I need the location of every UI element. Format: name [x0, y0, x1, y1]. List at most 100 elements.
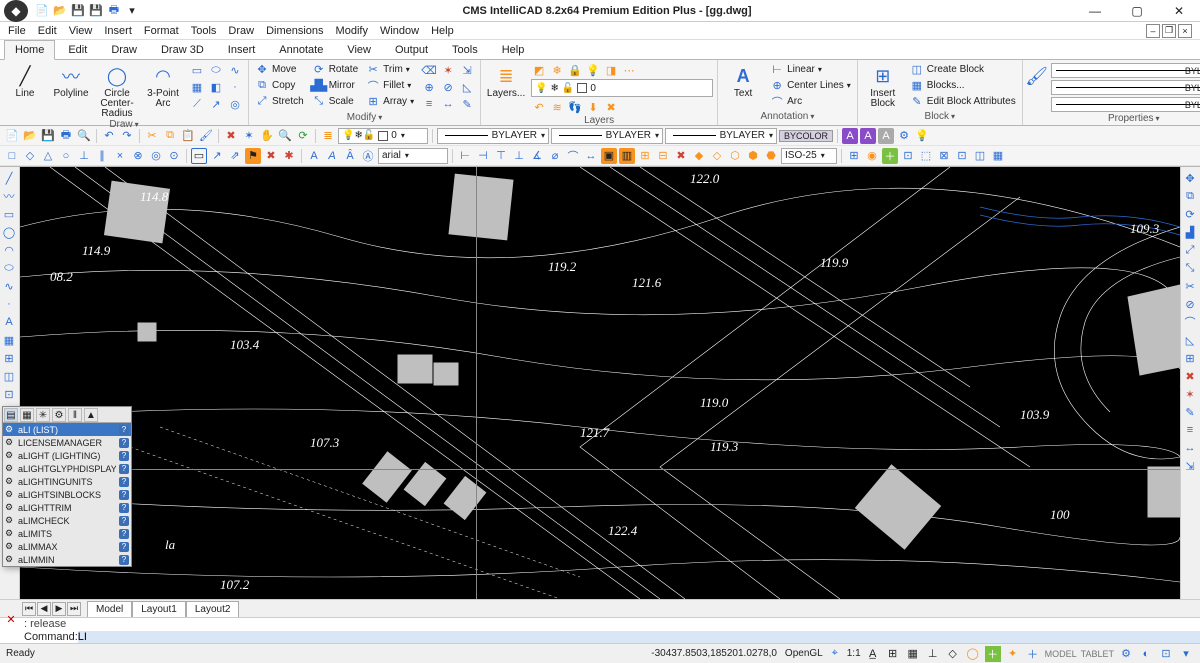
qat-print-icon[interactable]: 🖶	[106, 3, 122, 19]
st8-icon[interactable]: ✦	[1005, 646, 1021, 662]
tab-prev-button[interactable]: ◀	[37, 602, 51, 616]
tab-edit[interactable]: Edit	[57, 40, 98, 59]
command-input[interactable]	[78, 631, 1200, 643]
ts-layer-combo[interactable]: 💡❄🔓0	[338, 128, 428, 144]
ac-h5-icon[interactable]: ‖	[68, 408, 82, 422]
tab-layout1[interactable]: Layout1	[132, 601, 186, 617]
rt13-icon[interactable]: ✶	[1182, 386, 1198, 402]
join-icon[interactable]: ⊕	[420, 79, 438, 95]
color-combo[interactable]: BYLAYER	[1051, 63, 1200, 78]
d5-icon[interactable]: ∡	[529, 148, 545, 164]
st11-icon[interactable]: ◐	[1138, 646, 1154, 662]
bycolor-badge[interactable]: BYCOLOR	[779, 130, 833, 142]
e3-icon[interactable]: ＋	[882, 148, 898, 164]
d17-icon[interactable]: ⬢	[745, 148, 761, 164]
menu-insert[interactable]: Insert	[104, 25, 132, 37]
autocomplete-item[interactable]: ⚙aLI (LIST)?	[3, 423, 131, 436]
d11-icon[interactable]: ⊞	[637, 148, 653, 164]
layer-more-icon[interactable]: ⋯	[621, 62, 637, 78]
rt1-icon[interactable]: ✥	[1182, 170, 1198, 186]
layer-off-icon[interactable]: 💡	[585, 62, 601, 78]
status-model[interactable]: MODEL	[1045, 649, 1077, 659]
tab-next-button[interactable]: ▶	[52, 602, 66, 616]
st-scale-icon[interactable]: ⌖	[827, 646, 843, 662]
cmd-close-icon[interactable]: ✕	[4, 612, 18, 626]
close-button[interactable]: ✕	[1158, 0, 1200, 22]
autocomplete-item[interactable]: ⚙aLIGHTSINBLOCKS?	[3, 488, 131, 501]
menu-view[interactable]: View	[69, 25, 93, 37]
tab-model[interactable]: Model	[87, 601, 132, 617]
ts-light-icon[interactable]: 💡	[914, 128, 930, 144]
region-icon[interactable]: ◧	[207, 79, 225, 95]
ac-h2-icon[interactable]: ▦	[20, 408, 34, 422]
snap-y-icon[interactable]: ✱	[281, 148, 297, 164]
d10-icon[interactable]: ▥	[619, 148, 635, 164]
st7-icon[interactable]: ＋	[985, 646, 1001, 662]
d6-icon[interactable]: ⌀	[547, 148, 563, 164]
menu-tools[interactable]: Tools	[191, 25, 217, 37]
ts-new-icon[interactable]: 📄	[4, 128, 20, 144]
editpl-icon[interactable]: ✎	[458, 96, 476, 112]
snap7-icon[interactable]: ×	[112, 148, 128, 164]
line-button[interactable]: ╱Line	[4, 62, 46, 99]
d14-icon[interactable]: ◆	[691, 148, 707, 164]
st4-icon[interactable]: ⊥	[925, 646, 941, 662]
menu-edit[interactable]: Edit	[38, 25, 57, 37]
menu-window[interactable]: Window	[380, 25, 419, 37]
explode-icon[interactable]: ✶	[439, 62, 457, 78]
menu-format[interactable]: Format	[144, 25, 179, 37]
ax2-icon[interactable]: A	[860, 128, 876, 144]
ts-cut-icon[interactable]: ✂	[144, 128, 160, 144]
txt-a-icon[interactable]: A	[306, 148, 322, 164]
spline-icon[interactable]: ∿	[226, 62, 244, 78]
st6-icon[interactable]: ◯	[965, 646, 981, 662]
qat-saveall-icon[interactable]: 💾	[88, 3, 104, 19]
ts-save-icon[interactable]: 💾	[40, 128, 56, 144]
doc-close-button[interactable]: ×	[1178, 24, 1192, 38]
st1-icon[interactable]: A̲	[865, 646, 881, 662]
st13-icon[interactable]: ▾	[1178, 646, 1194, 662]
offset-icon[interactable]: ⇲	[458, 62, 476, 78]
menu-file[interactable]: File	[8, 25, 26, 37]
lt5-icon[interactable]: ◠	[1, 242, 17, 258]
move-button[interactable]: ✥Move	[253, 62, 306, 77]
layer-iso-icon[interactable]: ◨	[603, 62, 619, 78]
txt-c-icon[interactable]: Ȃ	[342, 148, 358, 164]
polyline-button[interactable]: 〰Polyline	[50, 62, 92, 99]
rt12-icon[interactable]: ✖	[1182, 368, 1198, 384]
rt4-icon[interactable]: ▟	[1182, 224, 1198, 240]
lt13-icon[interactable]: ⊡	[1, 386, 17, 402]
snap10-icon[interactable]: ⊙	[166, 148, 182, 164]
tab-annotate[interactable]: Annotate	[268, 40, 334, 59]
rt10-icon[interactable]: ◺	[1182, 332, 1198, 348]
centerlines-button[interactable]: ⊕Center Lines▾	[768, 78, 853, 93]
rt5-icon[interactable]: ⤢	[1182, 242, 1198, 258]
qat-new-icon[interactable]: 📄	[34, 3, 50, 19]
ts-zoom-icon[interactable]: 🔍	[277, 128, 293, 144]
snap3-icon[interactable]: △	[40, 148, 56, 164]
d7-icon[interactable]: ⌒	[565, 148, 581, 164]
e4-icon[interactable]: ⊡	[900, 148, 916, 164]
drawing-canvas[interactable]: 114.8114.908.2103.4109.5107.3107.2la119.…	[20, 167, 1180, 599]
layer-walk-icon[interactable]: 👣	[567, 99, 583, 115]
ts-expl-icon[interactable]: ✶	[241, 128, 257, 144]
st9-icon[interactable]: ＋	[1025, 646, 1041, 662]
autocomplete-item[interactable]: ⚙aLIGHTTRIM?	[3, 501, 131, 514]
ts-refresh-icon[interactable]: ⟳	[295, 128, 311, 144]
autocomplete-item[interactable]: ⚙aLIMITS?	[3, 527, 131, 540]
ac-h1-icon[interactable]: ▤	[4, 408, 18, 422]
lt12-icon[interactable]: ◫	[1, 368, 17, 384]
txt-d-icon[interactable]: Ⓐ	[360, 148, 376, 164]
scale-button[interactable]: ⤡Scale	[310, 94, 360, 109]
autocomplete-item[interactable]: ⚙aLIGHTINGUNITS?	[3, 475, 131, 488]
dim-arc-button[interactable]: ⌒Arc	[768, 94, 853, 109]
lt8-icon[interactable]: ·	[1, 296, 17, 312]
rect-icon[interactable]: ▭	[188, 62, 206, 78]
snap1-icon[interactable]: □	[4, 148, 20, 164]
layer-state-icon[interactable]: ◩	[531, 62, 547, 78]
layer-del-icon[interactable]: ✖	[603, 99, 619, 115]
ts-erase-icon[interactable]: ✖	[223, 128, 239, 144]
lt11-icon[interactable]: ⊞	[1, 350, 17, 366]
lt4-icon[interactable]: ◯	[1, 224, 17, 240]
rt3-icon[interactable]: ⟳	[1182, 206, 1198, 222]
